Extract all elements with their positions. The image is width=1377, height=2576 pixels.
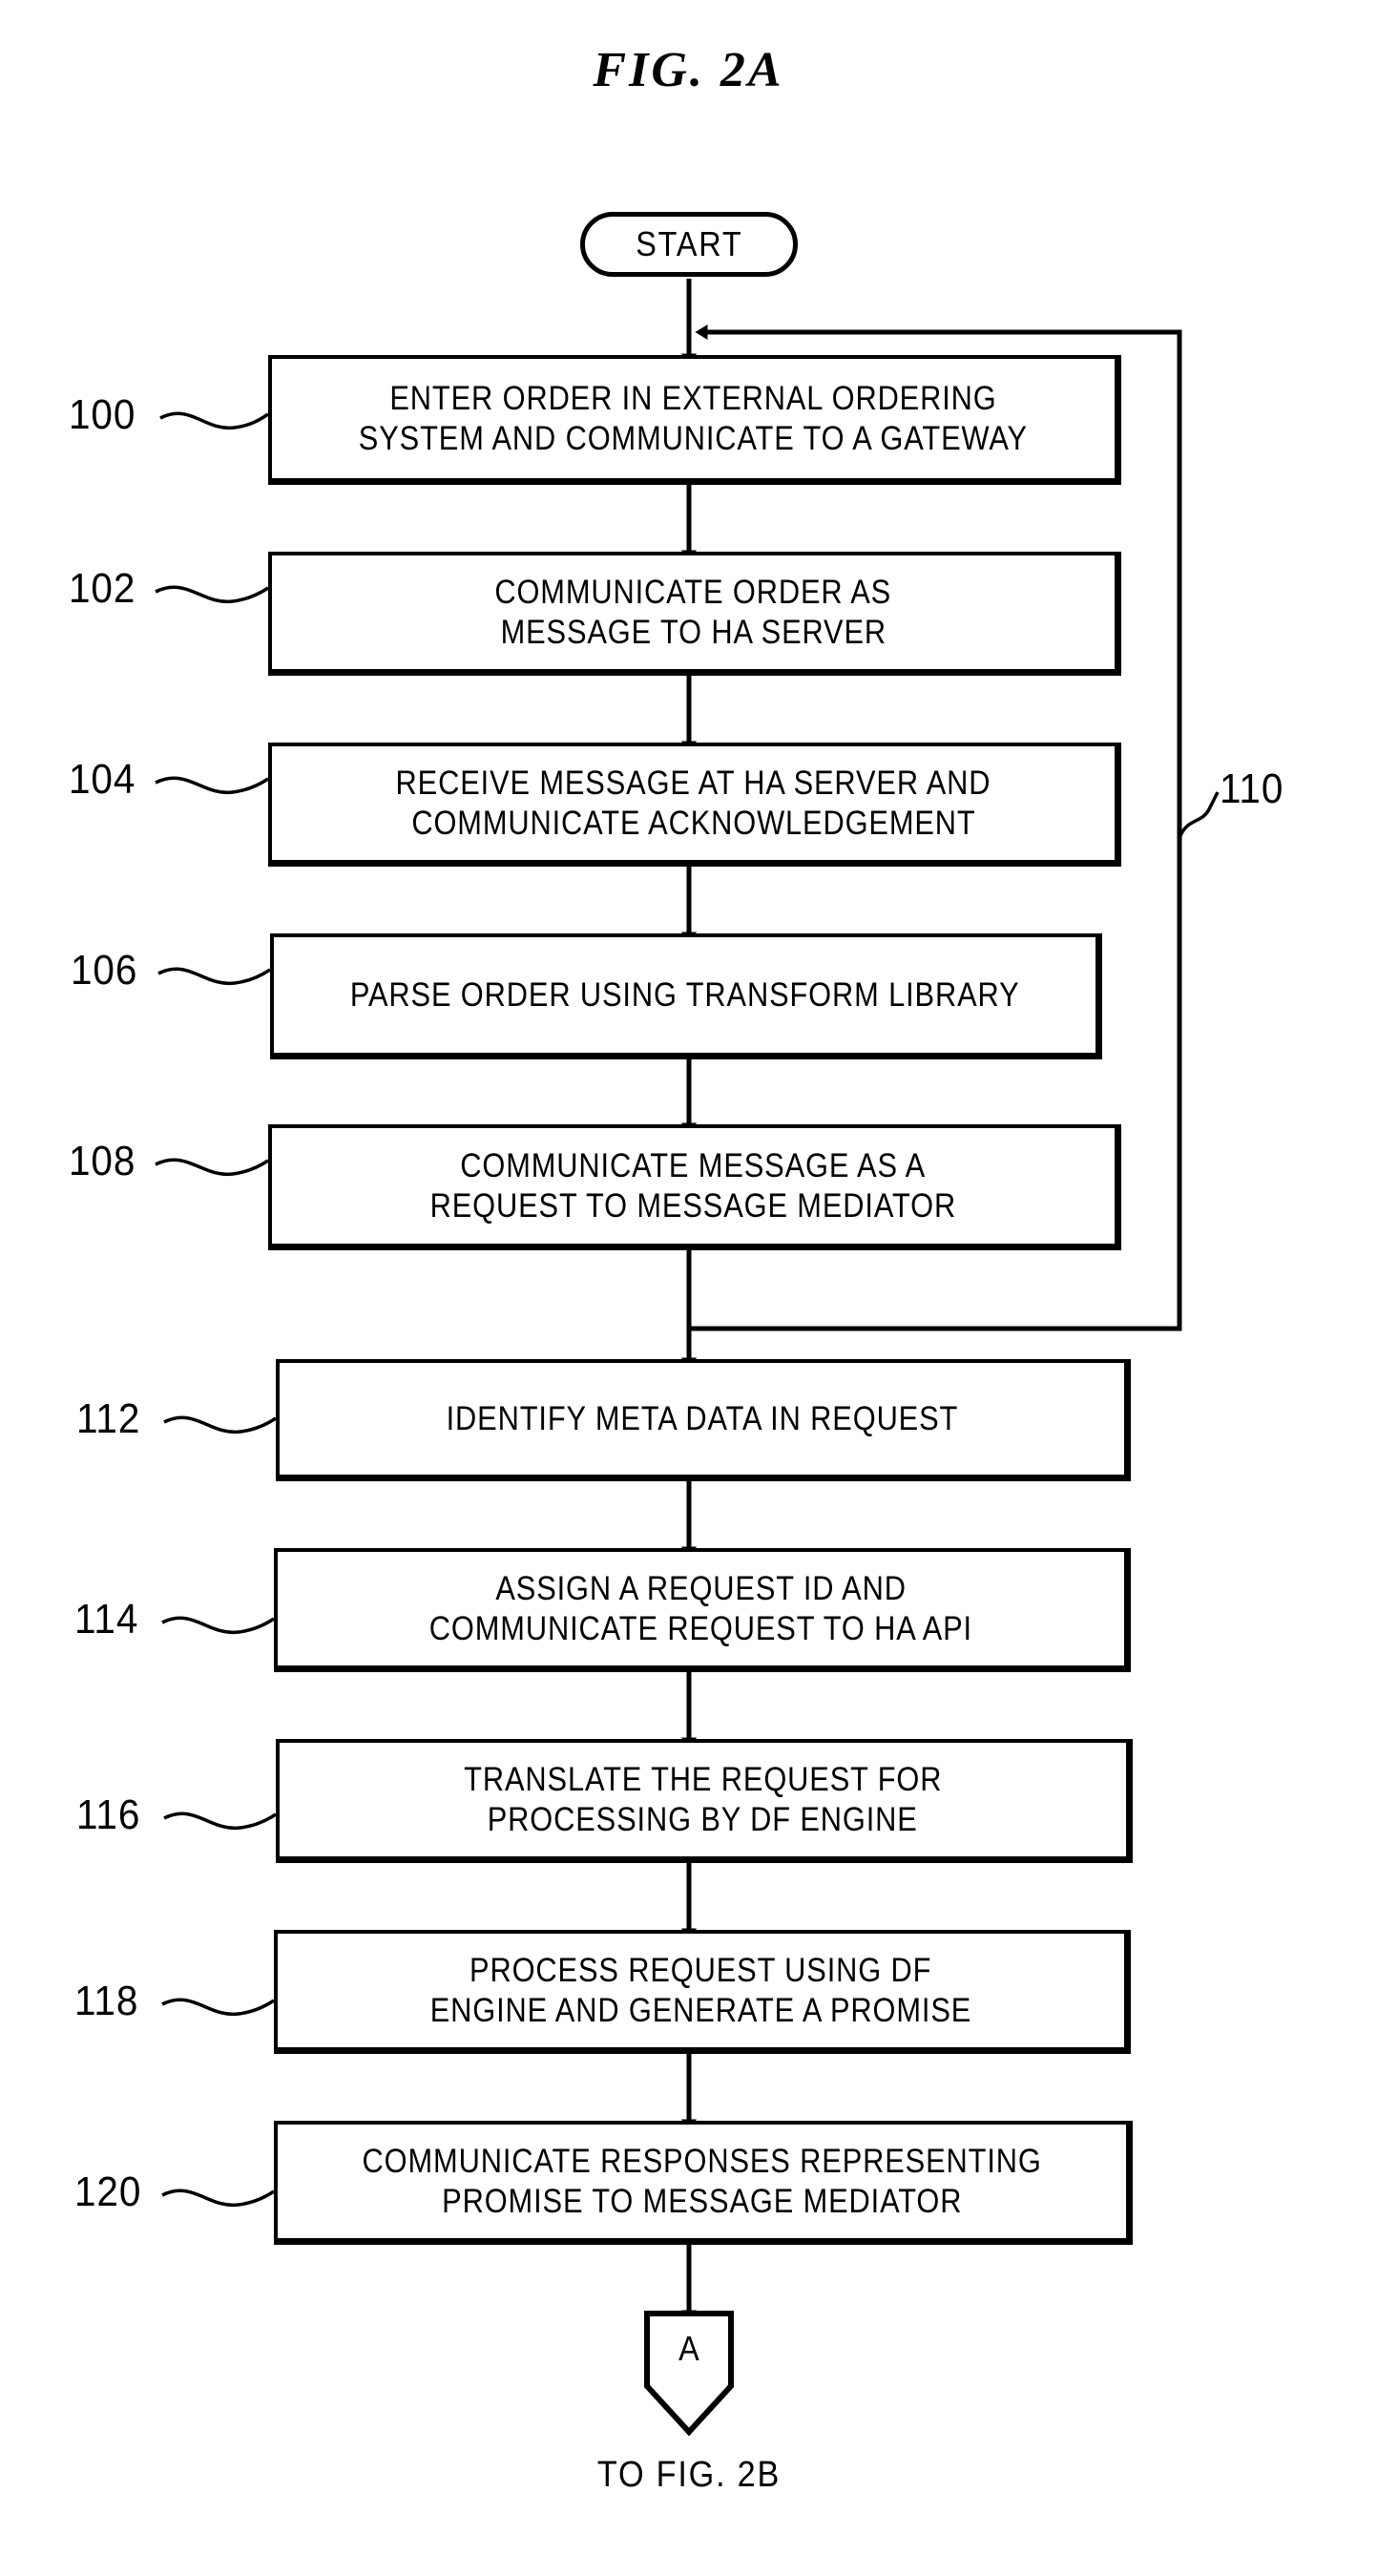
leader-line-120 (161, 2189, 275, 2208)
leader-line-112 (163, 1415, 277, 1435)
ref-numeral-116: 116 (76, 1791, 141, 1838)
offpage-connector-letter: A (678, 2329, 699, 2368)
leader-line-106 (157, 967, 271, 986)
ref-numeral-100: 100 (69, 391, 136, 438)
process-box-114-line-1: ASSIGN A REQUEST ID AND (495, 1569, 907, 1607)
process-box-114-line-2: COMMUNICATE REQUEST TO HA API (428, 1609, 973, 1647)
process-box-116[interactable]: TRANSLATE THE REQUEST FOR PROCESSING BY … (276, 1739, 1133, 1863)
process-box-102[interactable]: COMMUNICATE ORDER AS MESSAGE TO HA SERVE… (268, 552, 1121, 676)
leader-line-104 (155, 776, 269, 795)
leader-line-102 (155, 585, 269, 604)
leader-line-114 (161, 1616, 275, 1635)
process-box-120-line-1: COMMUNICATE RESPONSES REPRESENTING (362, 2142, 1042, 2180)
start-label: START (635, 224, 743, 263)
leader-line-116 (163, 1812, 277, 1831)
process-box-104[interactable]: RECEIVE MESSAGE AT HA SERVER AND COMMUNI… (268, 743, 1121, 867)
ref-numeral-106: 106 (71, 947, 138, 994)
ref-numeral-114: 114 (74, 1596, 139, 1643)
process-box-120-line-2: PROMISE TO MESSAGE MEDIATOR (441, 2182, 963, 2220)
process-box-118-line-1: PROCESS REQUEST USING DF (469, 1951, 932, 1989)
ref-numeral-118: 118 (74, 1978, 139, 2024)
process-box-116-line-1: TRANSLATE THE REQUEST FOR (463, 1760, 943, 1798)
ref-numeral-120: 120 (74, 2168, 142, 2215)
process-box-100-line-2: SYSTEM AND COMMUNICATE TO A GATEWAY (358, 419, 1029, 457)
leader-line-108 (155, 1158, 269, 1177)
process-box-118[interactable]: PROCESS REQUEST USING DF ENGINE AND GENE… (274, 1930, 1131, 2054)
ref-numeral-108: 108 (69, 1138, 136, 1184)
process-box-102-line-2: MESSAGE TO HA SERVER (500, 613, 887, 651)
process-box-100[interactable]: ENTER ORDER IN EXTERNAL ORDERING SYSTEM … (268, 355, 1121, 485)
ref-numeral-112: 112 (76, 1395, 141, 1442)
process-box-106-line-1: PARSE ORDER USING TRANSFORM LIBRARY (349, 975, 1020, 1014)
process-box-106[interactable]: PARSE ORDER USING TRANSFORM LIBRARY (270, 933, 1102, 1059)
process-box-118-line-2: ENGINE AND GENERATE A PROMISE (429, 1991, 972, 2029)
start-terminator[interactable]: START (580, 212, 798, 277)
process-box-104-line-2: COMMUNICATE ACKNOWLEDGEMENT (410, 804, 976, 842)
process-box-114[interactable]: ASSIGN A REQUEST ID AND COMMUNICATE REQU… (274, 1548, 1131, 1672)
leader-line-110 (1178, 791, 1220, 839)
process-box-120[interactable]: COMMUNICATE RESPONSES REPRESENTING PROMI… (274, 2121, 1133, 2245)
ref-numeral-104: 104 (69, 756, 136, 803)
process-box-108-line-1: COMMUNICATE MESSAGE AS A (460, 1146, 927, 1184)
process-box-112-line-1: IDENTIFY META DATA IN REQUEST (446, 1399, 958, 1437)
leader-line-100 (159, 411, 269, 430)
goto-figure-label: TO FIG. 2B (596, 2455, 782, 2495)
process-box-108-line-2: REQUEST TO MESSAGE MEDIATOR (429, 1186, 957, 1225)
process-box-108[interactable]: COMMUNICATE MESSAGE AS A REQUEST TO MESS… (268, 1124, 1121, 1250)
ref-numeral-102: 102 (69, 565, 136, 612)
ref-numeral-110: 110 (1220, 765, 1284, 812)
process-box-102-line-1: COMMUNICATE ORDER AS (494, 573, 892, 611)
process-box-116-line-2: PROCESSING BY DF ENGINE (488, 1800, 918, 1838)
process-box-104-line-1: RECEIVE MESSAGE AT HA SERVER AND (395, 764, 991, 802)
process-box-112[interactable]: IDENTIFY META DATA IN REQUEST (276, 1359, 1131, 1481)
process-box-100-line-1: ENTER ORDER IN EXTERNAL ORDERING (389, 379, 997, 417)
leader-line-118 (161, 1998, 275, 2017)
